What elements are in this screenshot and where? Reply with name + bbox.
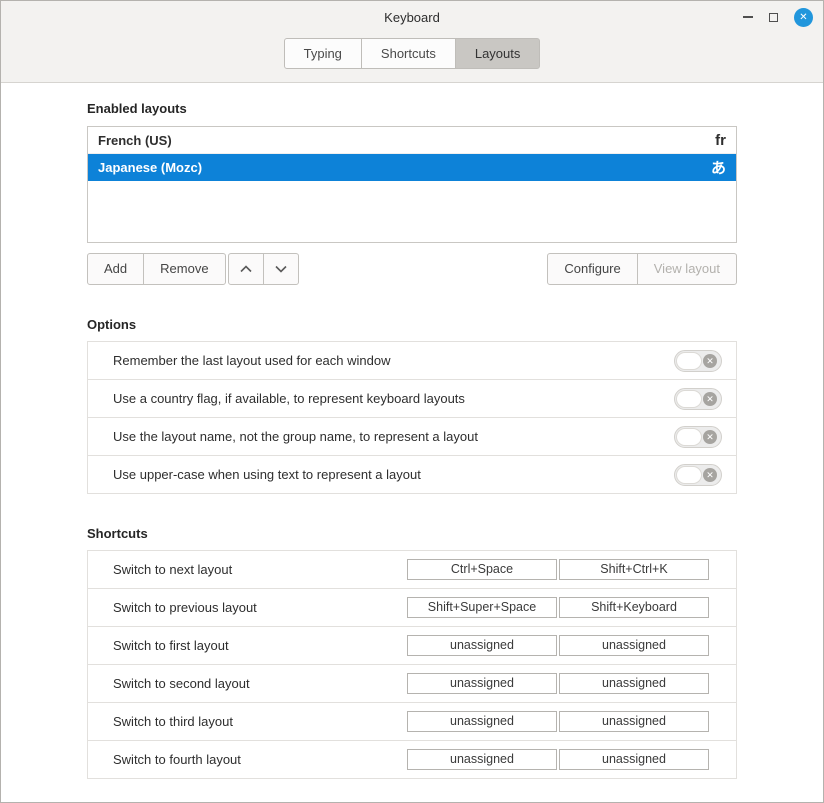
keybinding-group: unassigned unassigned [407, 673, 709, 694]
toggle-off-icon: ✕ [703, 392, 717, 406]
keybinding-button[interactable]: unassigned [559, 673, 709, 694]
layout-list-item-selected[interactable]: Japanese (Mozc) あ [88, 154, 736, 181]
titlebar[interactable]: Keyboard ✕ [1, 1, 823, 33]
minimize-icon [743, 16, 753, 18]
shortcut-row-next-layout: Switch to next layout Ctrl+Space Shift+C… [87, 550, 737, 589]
toggle-knob [676, 390, 702, 408]
shortcut-label: Switch to fourth layout [113, 752, 241, 767]
layouts-listbox: French (US) fr Japanese (Mozc) あ [87, 126, 737, 243]
configure-button[interactable]: Configure [547, 253, 637, 285]
keybinding-button[interactable]: unassigned [407, 673, 557, 694]
layout-list-item[interactable]: French (US) fr [88, 127, 736, 154]
window-controls: ✕ [743, 1, 813, 33]
toggle-knob [676, 428, 702, 446]
shortcut-row-second-layout: Switch to second layout unassigned unass… [87, 664, 737, 703]
options-section: Options Remember the last layout used fo… [87, 317, 737, 494]
keybinding-button[interactable]: unassigned [407, 749, 557, 770]
shortcut-label: Switch to previous layout [113, 600, 257, 615]
maximize-icon [769, 13, 778, 22]
option-row-country-flag: Use a country flag, if available, to rep… [87, 379, 737, 418]
option-label: Use the layout name, not the group name,… [113, 429, 478, 444]
keybinding-button[interactable]: Shift+Keyboard [559, 597, 709, 618]
keyboard-settings-window: Keyboard ✕ Typing Shortcuts Layouts Enab… [0, 0, 824, 803]
keybinding-group: unassigned unassigned [407, 711, 709, 732]
shortcut-label: Switch to first layout [113, 638, 229, 653]
enabled-layouts-heading: Enabled layouts [87, 101, 737, 116]
keybinding-group: Shift+Super+Space Shift+Keyboard [407, 597, 709, 618]
keybinding-group: Ctrl+Space Shift+Ctrl+K [407, 559, 709, 580]
keybinding-button[interactable]: unassigned [559, 749, 709, 770]
keybinding-button[interactable]: Shift+Super+Space [407, 597, 557, 618]
toggle-knob [676, 352, 702, 370]
shortcut-label: Switch to next layout [113, 562, 232, 577]
options-heading: Options [87, 317, 737, 332]
option-label: Remember the last layout used for each w… [113, 353, 390, 368]
layouts-toolbar: Add Remove Configure View layout [87, 253, 737, 285]
option-row-upper-case: Use upper-case when using text to repres… [87, 455, 737, 494]
close-icon: ✕ [799, 12, 807, 23]
layout-indicator-icon: fr [715, 132, 726, 149]
toggle-off-icon: ✕ [703, 430, 717, 444]
shortcut-label: Switch to third layout [113, 714, 233, 729]
layout-name: French (US) [98, 133, 172, 148]
toggle-off-icon: ✕ [703, 354, 717, 368]
toggle-off-icon: ✕ [703, 468, 717, 482]
chevron-down-icon [275, 265, 287, 273]
layouts-action-buttons: Configure View layout [547, 253, 737, 285]
toggle-switch-off[interactable]: ✕ [674, 350, 722, 372]
toggle-switch-off[interactable]: ✕ [674, 388, 722, 410]
keybinding-button[interactable]: unassigned [407, 711, 557, 732]
toggle-switch-off[interactable]: ✕ [674, 464, 722, 486]
layout-name: Japanese (Mozc) [98, 160, 202, 175]
tab-shortcuts[interactable]: Shortcuts [361, 38, 456, 69]
option-row-remember-last-layout: Remember the last layout used for each w… [87, 341, 737, 380]
window-header: Keyboard ✕ Typing Shortcuts Layouts [1, 1, 823, 83]
keybinding-button[interactable]: unassigned [559, 711, 709, 732]
shortcut-label: Switch to second layout [113, 676, 250, 691]
option-label: Use a country flag, if available, to rep… [113, 391, 465, 406]
shortcut-row-third-layout: Switch to third layout unassigned unassi… [87, 702, 737, 741]
shortcut-row-fourth-layout: Switch to fourth layout unassigned unass… [87, 740, 737, 779]
layouts-page: Enabled layouts French (US) fr Japanese … [1, 83, 823, 803]
option-label: Use upper-case when using text to repres… [113, 467, 421, 482]
remove-layout-button[interactable]: Remove [143, 253, 225, 285]
toggle-switch-off[interactable]: ✕ [674, 426, 722, 448]
minimize-button[interactable] [743, 16, 753, 18]
move-layout-down-button[interactable] [263, 253, 299, 285]
shortcuts-heading: Shortcuts [87, 526, 737, 541]
keybinding-button[interactable]: Shift+Ctrl+K [559, 559, 709, 580]
toggle-knob [676, 466, 702, 484]
keybinding-button[interactable]: unassigned [407, 635, 557, 656]
layout-indicator-icon: あ [711, 157, 726, 178]
close-button[interactable]: ✕ [794, 8, 813, 27]
enabled-layouts-section: Enabled layouts French (US) fr Japanese … [87, 101, 737, 285]
tab-bar: Typing Shortcuts Layouts [1, 33, 823, 82]
keybinding-group: unassigned unassigned [407, 635, 709, 656]
window-title: Keyboard [384, 10, 440, 25]
keybinding-button[interactable]: unassigned [559, 635, 709, 656]
shortcut-row-previous-layout: Switch to previous layout Shift+Super+Sp… [87, 588, 737, 627]
keybinding-group: unassigned unassigned [407, 749, 709, 770]
option-row-layout-name: Use the layout name, not the group name,… [87, 417, 737, 456]
add-layout-button[interactable]: Add [87, 253, 144, 285]
maximize-button[interactable] [769, 13, 778, 22]
layouts-edit-buttons: Add Remove [87, 253, 299, 285]
shortcut-row-first-layout: Switch to first layout unassigned unassi… [87, 626, 737, 665]
move-layout-up-button[interactable] [228, 253, 264, 285]
view-layout-button[interactable]: View layout [637, 253, 737, 285]
keybinding-button[interactable]: Ctrl+Space [407, 559, 557, 580]
shortcuts-section: Shortcuts Switch to next layout Ctrl+Spa… [87, 526, 737, 779]
tab-typing[interactable]: Typing [284, 38, 362, 69]
tab-layouts[interactable]: Layouts [455, 38, 541, 69]
chevron-up-icon [240, 265, 252, 273]
